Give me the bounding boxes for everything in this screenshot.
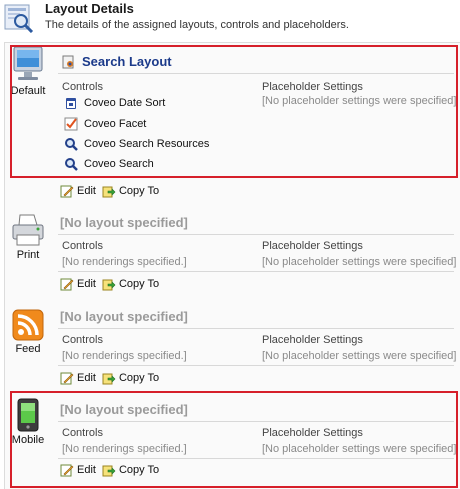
layout-name[interactable]: Search Layout: [82, 54, 172, 69]
edit-button[interactable]: Edit: [60, 184, 96, 198]
printer-icon: [12, 214, 44, 246]
mobile-phone-icon: [17, 398, 39, 432]
facet-check-icon: [64, 117, 78, 131]
copy-to-button[interactable]: Copy To: [102, 371, 159, 385]
rss-feed-icon: [12, 309, 44, 341]
controls-value: [No renderings specified.]: [62, 350, 187, 362]
placeholder-settings-value: [No placeholder settings were specified]: [262, 350, 457, 362]
control-item[interactable]: Coveo Facet: [64, 116, 146, 132]
device-print: Print: [6, 213, 50, 261]
edit-button[interactable]: Edit: [60, 463, 96, 477]
layout-icon: [62, 55, 74, 69]
layout-name: [No layout specified]: [60, 402, 188, 417]
device-label: Print: [16, 249, 40, 261]
controls-value: [No renderings specified.]: [62, 443, 187, 455]
copy-to-button[interactable]: Copy To: [102, 277, 159, 291]
controls-heading: Controls: [62, 81, 103, 93]
controls-heading: Controls: [62, 240, 103, 252]
device-mobile: Mobile: [6, 398, 50, 446]
placeholder-settings-heading: Placeholder Settings: [262, 334, 363, 346]
control-label: Coveo Date Sort: [84, 97, 166, 109]
device-feed: Feed: [6, 309, 50, 355]
date-sort-icon: [66, 98, 76, 109]
control-item[interactable]: Coveo Date Sort: [64, 95, 165, 111]
device-actions: Edit Copy To: [60, 276, 165, 292]
divider: [58, 234, 454, 235]
placeholder-settings-value: [No placeholder settings were specified]: [262, 256, 457, 268]
divider: [58, 328, 454, 329]
placeholder-settings-heading: Placeholder Settings: [262, 240, 363, 252]
copy-to-icon: [102, 373, 116, 385]
device-label: Default: [10, 85, 46, 97]
control-item[interactable]: Coveo Search: [64, 156, 154, 172]
edit-icon: [60, 464, 74, 477]
layout-name: [No layout specified]: [60, 309, 188, 324]
device-default: Default: [6, 45, 50, 97]
page-title: Layout Details: [45, 1, 134, 16]
edit-icon: [60, 372, 74, 385]
device-actions: Edit Copy To: [60, 183, 165, 199]
controls-heading: Controls: [62, 427, 103, 439]
divider: [58, 458, 454, 459]
copy-to-icon: [102, 186, 116, 198]
control-label: Coveo Search Resources: [84, 138, 210, 150]
placeholder-settings-heading: Placeholder Settings: [262, 81, 363, 93]
device-label: Mobile: [11, 434, 45, 446]
controls-value: [No renderings specified.]: [62, 256, 187, 268]
magnifier-icon: [65, 138, 78, 151]
edit-button[interactable]: Edit: [60, 371, 96, 385]
edit-icon: [60, 278, 74, 291]
copy-to-button[interactable]: Copy To: [102, 184, 159, 198]
placeholder-settings-value: [No placeholder settings were specified]: [262, 95, 457, 107]
copy-to-button[interactable]: Copy To: [102, 463, 159, 477]
layout-name: [No layout specified]: [60, 215, 188, 230]
copy-to-icon: [102, 465, 116, 477]
edit-icon: [60, 185, 74, 198]
layout-details-icon: [4, 4, 34, 33]
divider: [58, 73, 454, 74]
device-actions: Edit Copy To: [60, 370, 165, 386]
page-header: Layout Details The details of the assign…: [0, 0, 460, 36]
edit-button[interactable]: Edit: [60, 277, 96, 291]
copy-to-icon: [102, 279, 116, 291]
control-item[interactable]: Coveo Search Resources: [64, 136, 209, 152]
device-actions: Edit Copy To: [60, 462, 165, 478]
page-subtitle: The details of the assigned layouts, con…: [45, 19, 349, 31]
divider: [58, 421, 454, 422]
divider: [58, 271, 454, 272]
control-label: Coveo Search: [84, 158, 154, 170]
placeholder-settings-value: [No placeholder settings were specified]: [262, 443, 457, 455]
divider: [58, 365, 454, 366]
control-label: Coveo Facet: [84, 118, 147, 130]
device-label: Feed: [15, 343, 41, 355]
placeholder-settings-heading: Placeholder Settings: [262, 427, 363, 439]
controls-heading: Controls: [62, 334, 103, 346]
magnifier-icon: [65, 158, 78, 171]
monitor-icon: [13, 46, 43, 80]
